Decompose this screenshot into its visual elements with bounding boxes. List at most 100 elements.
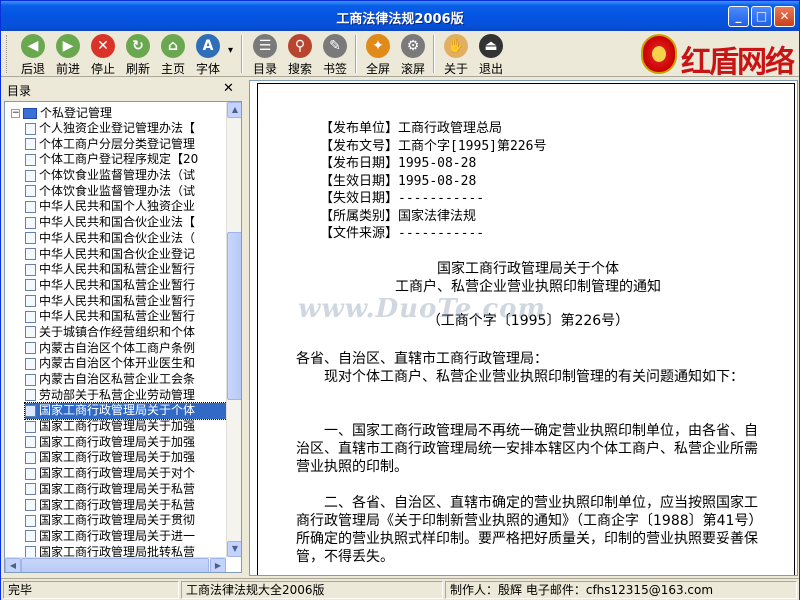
document-icon (25, 310, 36, 323)
tree-item[interactable]: 中华人民共和国个人独资企业 (25, 199, 231, 215)
tree-item[interactable]: 内蒙古自治区个体工商户条例 (25, 341, 231, 357)
tree-item[interactable]: 国家工商行政管理局关于私营 (25, 498, 231, 514)
tree-item-label: 中华人民共和国个人独资企业 (39, 199, 196, 214)
metadata-label: 【发布单位】 (320, 121, 399, 136)
font-dropdown-icon[interactable]: ▾ (228, 45, 233, 56)
font-label: 字体 (195, 62, 220, 76)
tree-item-label: 国家工商行政管理局关于贯彻 (39, 513, 196, 528)
metadata-label: 【所属类别】 (320, 208, 399, 224)
tree-item[interactable]: 中华人民共和国合伙企业登记 (25, 247, 231, 263)
metadata-row: 【生效日期】1995-08-28 (320, 173, 546, 191)
refresh-label: 刷新 (125, 62, 150, 76)
tree-item[interactable]: 个体工商户分层分类登记管理 (25, 137, 231, 153)
scroll-down-icon[interactable]: ▼ (227, 541, 241, 557)
contents-icon: ☰ (253, 34, 277, 58)
search-label: 搜索 (287, 62, 312, 76)
tree-item[interactable]: 国家工商行政管理局关于对个 (25, 466, 231, 482)
tree-item[interactable]: 中华人民共和国私营企业暂行 (25, 278, 231, 294)
close-button[interactable]: ✕ (774, 6, 795, 27)
tree-item[interactable]: 中华人民共和国私营企业暂行 (25, 262, 231, 278)
document-icon (25, 436, 36, 449)
document-icon (25, 295, 36, 308)
tree-item-label: 中华人民共和国私营企业暂行 (39, 309, 196, 324)
metadata-label: 【发布日期】 (320, 156, 399, 171)
window-title: 工商法律法规2006版 (336, 12, 464, 27)
tree-item[interactable]: 个人独资企业登记管理办法【 (25, 121, 231, 137)
back-button[interactable]: ◀ 后退 (15, 33, 51, 76)
about-button[interactable]: ✋ 关于 (438, 33, 474, 76)
tree-item[interactable]: 国家工商行政管理局关于进一 (25, 529, 231, 545)
search-button[interactable]: ⚲ 搜索 (282, 33, 318, 76)
exit-button[interactable]: ⏏ 退出 (473, 33, 509, 76)
metadata-value: 工商行政管理总局 (398, 121, 503, 136)
tree-item-label: 个人独资企业登记管理办法【 (39, 121, 196, 135)
document-icon (25, 357, 36, 370)
fullscreen-icon: ✦ (366, 34, 390, 58)
tree-item[interactable]: 中华人民共和国私营企业暂行 (25, 309, 231, 325)
tree-item[interactable]: 劳动部关于私营企业劳动管理 (25, 388, 231, 404)
forward-button[interactable]: ▶ 前进 (50, 33, 86, 76)
scroll-left-icon[interactable]: ◀ (5, 558, 21, 572)
document-icon (25, 342, 36, 355)
contents-pane: 目录 ✕ − 个私登记管理 个人独资企业登记管理办法【 个体工商户分层分类登记管理个… (1, 78, 243, 576)
refresh-button[interactable]: ↻ 刷新 (120, 33, 156, 76)
scroll-up-icon[interactable]: ▲ (227, 102, 241, 118)
tree-item[interactable]: 国家工商行政管理局关于加强 (25, 450, 231, 466)
document-icon (25, 185, 36, 198)
tree-item-label: 中华人民共和国私营企业暂行 (39, 277, 196, 292)
home-button[interactable]: ⌂ 主页 (155, 33, 191, 76)
contents-tree[interactable]: − 个私登记管理 个人独资企业登记管理办法【 个体工商户分层分类登记管理 个体工商户登… (4, 101, 242, 573)
tree-item[interactable]: 国家工商行政管理局关于加强 (25, 419, 231, 435)
tree-horizontal-scrollbar[interactable]: ◀ ▶ (5, 557, 226, 572)
tree-item[interactable]: 个体饮食业监督管理办法（试 (25, 184, 231, 200)
tree-item[interactable]: 国家工商行政管理局关于私营 (25, 482, 231, 498)
book-icon (23, 108, 37, 119)
tree-item[interactable]: 中华人民共和国私营企业暂行 (25, 294, 231, 310)
document-intro: 现对个体工商户、私营企业营业执照印制管理的有关问题通知如下： (296, 369, 744, 385)
contents-pane-close-icon[interactable]: ✕ (223, 81, 234, 96)
title-bar[interactable]: 工商法律法规2006版 _ □ ✕ (1, 1, 799, 31)
tree-item[interactable]: 个体饮食业监督管理办法（试 (25, 168, 231, 184)
tree-item[interactable]: 国家工商行政管理局关于个体 (24, 402, 232, 421)
document-icon (25, 514, 36, 527)
tree-item[interactable]: 关于城镇合作经营组织和个体 (25, 325, 231, 341)
document-icon (25, 373, 36, 386)
scroll-right-icon[interactable]: ▶ (210, 558, 226, 572)
tree-item-label: 个体工商户分层分类登记管理 (39, 136, 196, 151)
document-icon (25, 451, 36, 464)
bookmark-button[interactable]: ✎ 书签 (317, 33, 353, 76)
horizontal-scroll-thumb[interactable] (21, 558, 209, 572)
tree-item[interactable]: 中华人民共和国合伙企业法（ (25, 231, 231, 247)
tree-item[interactable]: 国家工商行政管理局关于贯彻 (25, 513, 231, 529)
fullscreen-button[interactable]: ✦ 全屏 (360, 33, 396, 76)
minimize-button[interactable]: _ (728, 6, 749, 27)
tree-item[interactable]: 个体工商户登记程序规定【20 (25, 152, 231, 168)
tree-item-label: 国家工商行政管理局关于加强 (39, 450, 196, 465)
tree-item[interactable]: 内蒙古自治区个体开业医生和 (25, 356, 231, 372)
stop-button[interactable]: ✕ 停止 (85, 33, 121, 76)
tree-item-label: 中华人民共和国私营企业暂行 (39, 293, 196, 308)
font-button[interactable]: A 字体 (190, 33, 226, 76)
scroll-thumb[interactable] (227, 232, 241, 400)
metadata-label: 【生效日期】 (320, 173, 399, 189)
document-viewer[interactable]: 【发布单位】工商行政管理总局 【发布文号】工商个字[1995]第226号 【发布日期… (249, 80, 798, 576)
document-icon (25, 499, 36, 511)
maximize-button[interactable]: □ (751, 6, 772, 27)
document-icon (25, 467, 36, 480)
tree-root-node[interactable]: − 个私登记管理 (11, 104, 112, 120)
autoscroll-label: 滚屏 (400, 62, 425, 76)
tree-item-label: 中华人民共和国私营企业暂行 (39, 262, 196, 277)
tree-item[interactable]: 国家工商行政管理局关于加强 (25, 435, 231, 451)
tree-vertical-scrollbar[interactable]: ▲ ▼ (226, 102, 241, 557)
tree-item[interactable]: 中华人民共和国合伙企业法【 (25, 215, 231, 231)
toolbar-grip[interactable] (6, 35, 9, 73)
document-icon (25, 138, 36, 151)
contents-button[interactable]: ☰ 目录 (247, 33, 283, 76)
collapse-icon[interactable]: − (11, 109, 20, 118)
document-paragraph-1: 一、国家工商行政管理局不再统一确定营业执照印制单位，由各省、自治区、直辖市工商行… (296, 423, 758, 475)
tree-item-label: 中华人民共和国合伙企业法【 (39, 215, 196, 230)
document-paragraph-2: 二、各省、自治区、直辖市确定的营业执照印制单位，应当按照国家工商行政管理局《关于… (296, 495, 763, 565)
tree-item[interactable]: 内蒙古自治区私营企业工会条 (25, 372, 231, 388)
autoscroll-button[interactable]: ⚙ 滚屏 (395, 33, 431, 76)
metadata-value: ----------- (398, 226, 485, 241)
